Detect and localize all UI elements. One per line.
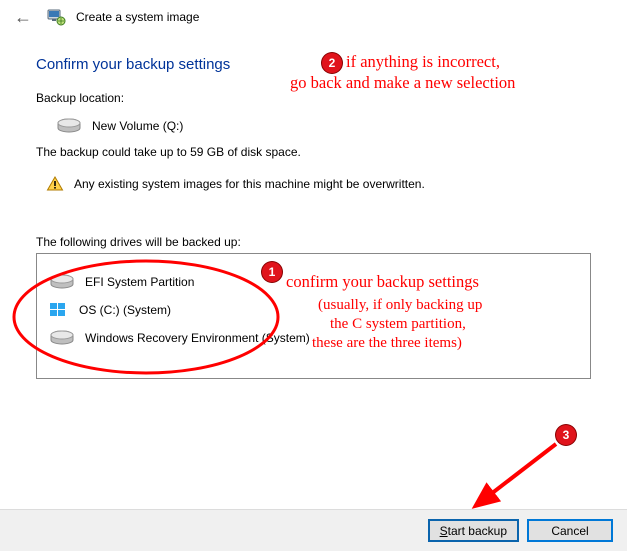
start-backup-button[interactable]: Start backup (428, 519, 519, 542)
warning-icon (46, 175, 64, 193)
drive-row-efi: EFI System Partition (49, 268, 578, 296)
drive-row-recovery: Windows Recovery Environment (System) (49, 324, 578, 352)
size-estimate: The backup could take up to 59 GB of dis… (36, 145, 591, 159)
back-button[interactable]: ← (10, 6, 36, 28)
system-image-icon (46, 7, 66, 27)
warning-text: Any existing system images for this mach… (74, 177, 425, 191)
backup-location-label: Backup location: (36, 91, 591, 105)
drives-list-label: The following drives will be backed up: (36, 235, 591, 249)
drive-row-os: OS (C:) (System) (49, 296, 578, 324)
drive-name: OS (C:) (System) (79, 303, 171, 317)
hard-drive-icon (56, 117, 82, 135)
annotation-arrow (460, 438, 570, 516)
hard-drive-icon (49, 329, 75, 347)
backup-location-value: New Volume (Q:) (92, 119, 183, 133)
cancel-button[interactable]: Cancel (527, 519, 613, 542)
dialog-footer: Start backup Cancel (0, 509, 627, 551)
start-backup-rest: tart backup (448, 524, 507, 538)
backup-location-row: New Volume (Q:) (36, 111, 591, 143)
content-area: Confirm your backup settings Backup loca… (0, 32, 627, 379)
drive-name: Windows Recovery Environment (System) (85, 331, 310, 345)
annotation-badge-3: 3 (556, 425, 576, 445)
windows-logo-icon (49, 301, 69, 319)
page-heading: Confirm your backup settings (36, 56, 591, 73)
drives-list: EFI System Partition OS (C:) (System) (36, 253, 591, 379)
warning-row: Any existing system images for this mach… (36, 173, 591, 199)
start-backup-mnemonic: S (440, 524, 448, 538)
titlebar: ← Create a system image (0, 0, 627, 32)
drive-name: EFI System Partition (85, 275, 194, 289)
hard-drive-icon (49, 273, 75, 291)
window-title: Create a system image (76, 10, 199, 24)
